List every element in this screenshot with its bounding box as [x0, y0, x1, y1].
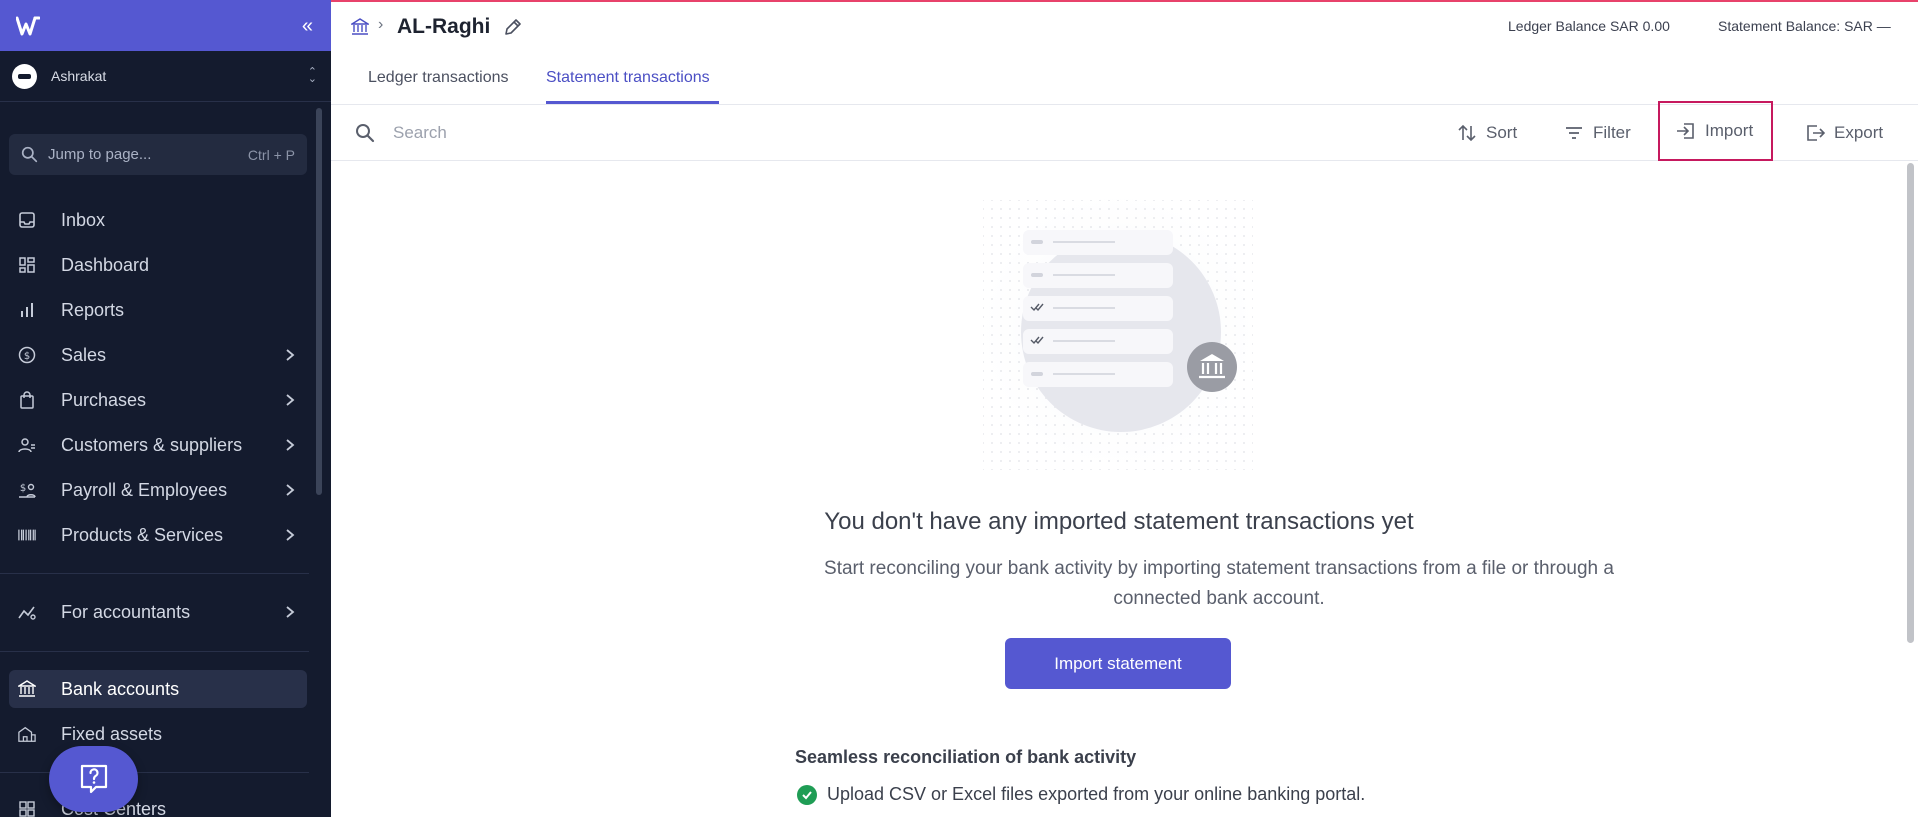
sort-button[interactable]: Sort	[1457, 106, 1517, 160]
filter-label: Filter	[1593, 123, 1631, 142]
benefit-item: Upload CSV or Excel files exported from …	[797, 784, 1365, 805]
help-icon	[80, 764, 107, 794]
sidebar: « Ashrakat ⌃ ⌄ Jump to page... Ctrl + P I…	[0, 0, 331, 817]
bank-icon	[18, 680, 36, 698]
sidebar-item-label: Reports	[61, 299, 125, 320]
payroll-icon: $	[18, 481, 36, 499]
sidebar-item-label: Sales	[61, 344, 107, 365]
sidebar-item-label: Inbox	[61, 209, 106, 230]
svg-text:$: $	[24, 351, 30, 362]
sidebar-divider	[0, 651, 309, 652]
page-title: AL-Raghi	[397, 15, 491, 38]
statement-balance: Statement Balance: SAR —	[1718, 18, 1891, 34]
export-label: Export	[1834, 123, 1884, 142]
import-statement-button[interactable]: Import statement	[1005, 638, 1231, 689]
dashboard-icon	[18, 256, 36, 274]
barcode-icon	[18, 526, 36, 544]
sidebar-item-fixed-assets[interactable]: Fixed assets	[9, 715, 307, 753]
empty-state-description: Start reconciling your bank activity by …	[824, 558, 1614, 609]
ledger-balance: Ledger Balance SAR 0.00	[1508, 18, 1670, 34]
chevron-up-down-icon: ⌃ ⌄	[307, 66, 317, 85]
sidebar-item-bank-accounts[interactable]: Bank accounts	[9, 670, 307, 708]
cost-centers-icon	[18, 800, 36, 817]
import-icon	[1676, 121, 1696, 141]
sidebar-divider	[0, 772, 309, 773]
edit-title-icon[interactable]	[503, 17, 523, 37]
jump-to-page-input[interactable]: Jump to page... Ctrl + P	[9, 134, 307, 175]
org-avatar	[12, 63, 37, 89]
sales-icon: $	[18, 346, 36, 364]
sidebar-item-label: Customers & suppliers	[61, 434, 243, 455]
accountants-icon	[18, 603, 36, 621]
chevron-right-icon	[283, 528, 297, 542]
chevron-right-icon	[283, 483, 297, 497]
sort-icon	[1457, 123, 1477, 143]
sidebar-header: «	[0, 0, 331, 51]
chevron-right-icon	[283, 393, 297, 407]
breadcrumb-separator-icon: ›	[378, 16, 384, 33]
sidebar-item-sales[interactable]: $ Sales	[9, 336, 307, 374]
toolbar: Sort Filter Import Export	[331, 101, 1918, 161]
sidebar-item-label: Bank accounts	[61, 678, 180, 699]
org-name: Ashrakat	[51, 68, 107, 84]
page-header: › AL-Raghi Ledger Balance SAR 0.00 State…	[331, 2, 1918, 52]
sidebar-scrollbar[interactable]	[316, 108, 322, 495]
sort-label: Sort	[1486, 123, 1518, 142]
main-scrollbar[interactable]	[1907, 163, 1914, 643]
search-input[interactable]	[393, 119, 893, 147]
chevron-right-icon	[283, 348, 297, 362]
sidebar-item-label: Payroll & Employees	[61, 479, 228, 500]
empty-state-title: You don't have any imported statement tr…	[824, 508, 1414, 535]
sidebar-item-products-services[interactable]: Products & Services	[9, 516, 307, 554]
sidebar-item-for-accountants[interactable]: For accountants	[9, 593, 307, 631]
sidebar-item-reports[interactable]: Reports	[9, 291, 307, 329]
sidebar-item-payroll-employees[interactable]: $ Payroll & Employees	[9, 471, 307, 509]
sidebar-item-purchases[interactable]: Purchases	[9, 381, 307, 419]
export-icon	[1805, 123, 1825, 143]
sidebar-item-customers-suppliers[interactable]: Customers & suppliers	[9, 426, 307, 464]
reports-icon	[18, 301, 36, 319]
export-button[interactable]: Export	[1805, 106, 1883, 160]
filter-icon	[1564, 123, 1584, 143]
tab-ledger-transactions[interactable]: Ledger transactions	[368, 69, 509, 87]
sidebar-item-label: Products & Services	[61, 524, 224, 545]
tab-statement-transactions[interactable]: Statement transactions	[546, 69, 710, 87]
check-circle-icon	[797, 784, 817, 805]
building-icon	[18, 725, 36, 743]
chevron-right-icon	[283, 605, 297, 619]
import-button[interactable]: Import	[1658, 101, 1774, 161]
sidebar-item-label: For accountants	[61, 601, 191, 622]
svg-text:$: $	[20, 483, 26, 494]
sidebar-item-inbox[interactable]: Inbox	[9, 201, 307, 239]
jump-to-page-label: Jump to page...	[48, 146, 152, 163]
import-label: Import	[1705, 121, 1754, 140]
search-icon	[21, 146, 38, 163]
search-icon	[355, 123, 375, 143]
benefit-title: Seamless reconciliation of bank activity	[795, 747, 1137, 767]
purchases-icon	[18, 391, 36, 409]
filter-button[interactable]: Filter	[1564, 106, 1631, 160]
sidebar-item-dashboard[interactable]: Dashboard	[9, 246, 307, 284]
chevron-right-icon	[283, 438, 297, 452]
bank-breadcrumb-icon[interactable]	[349, 18, 371, 36]
benefit-text: Upload CSV or Excel files exported from …	[827, 784, 1366, 804]
sidebar-item-label: Fixed assets	[61, 723, 163, 744]
help-button[interactable]	[49, 746, 138, 812]
empty-state-illustration	[963, 180, 1273, 480]
jump-shortcut: Ctrl + P	[247, 146, 295, 163]
collapse-sidebar-icon[interactable]: «	[302, 16, 313, 36]
app-logo[interactable]	[16, 15, 40, 37]
customers-icon	[18, 436, 36, 454]
sidebar-divider	[0, 573, 309, 574]
inbox-icon	[18, 211, 36, 229]
sidebar-item-label: Purchases	[61, 389, 147, 410]
org-switcher[interactable]: Ashrakat ⌃ ⌄	[0, 51, 331, 102]
sidebar-item-label: Dashboard	[61, 254, 150, 275]
